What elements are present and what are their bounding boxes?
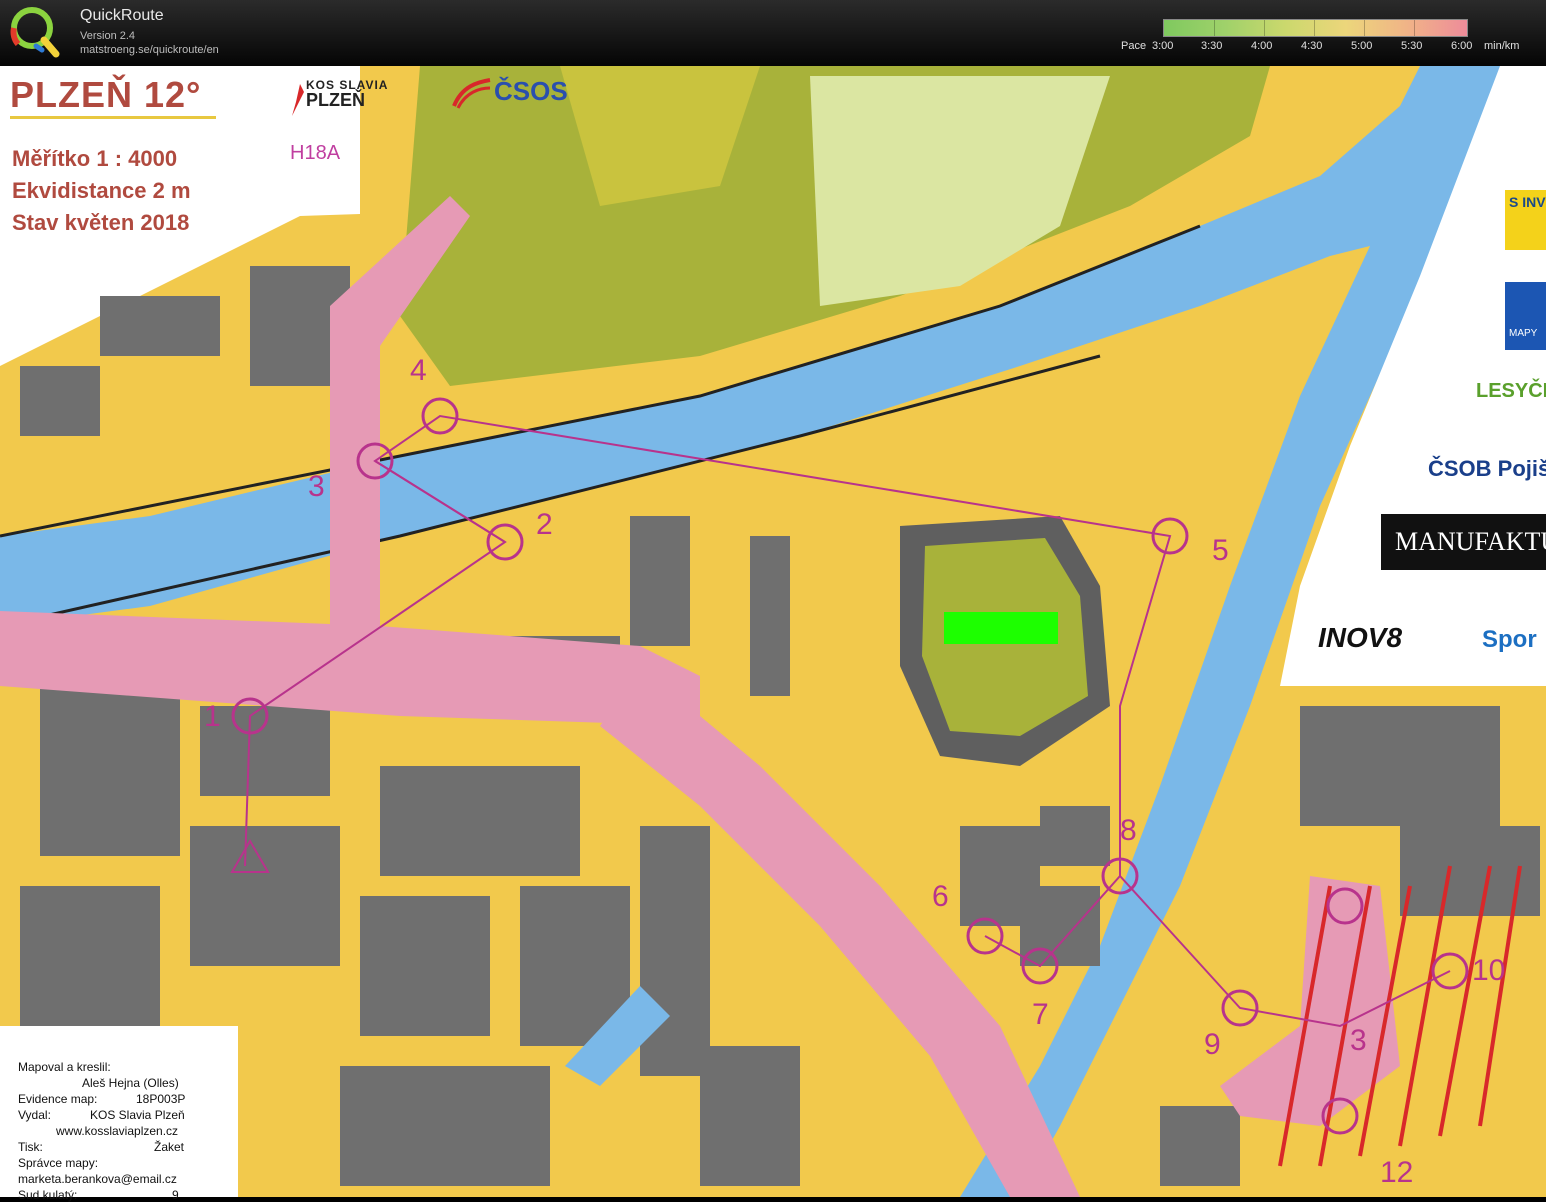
pace-label: Pace [1121, 40, 1147, 52]
control-number: 3 [1350, 1024, 1367, 1057]
credit-label: Správce mapy: [18, 1156, 99, 1170]
credit-label: Tisk: [18, 1140, 43, 1154]
credit-email: marketa.berankova@email.cz [18, 1172, 177, 1186]
control-number: 3 [308, 470, 325, 503]
credit-value: Žaket [154, 1140, 185, 1154]
pace-tick-label: 5:30 [1401, 40, 1423, 52]
credit-value: 18P003P [136, 1092, 186, 1106]
pace-tick-label: 3:30 [1201, 40, 1223, 52]
pace-color-scale [1163, 19, 1468, 37]
pace-tick-label: 4:30 [1301, 40, 1323, 52]
map-credits: Mapoval a kreslil: Aleš Hejna (Olles) Ev… [0, 1026, 238, 1202]
sponsor-logo: MAPY [1505, 282, 1546, 350]
app-header: QuickRoute Version 2.4 matstroeng.se/qui… [0, 0, 1546, 66]
sponsor-logo: MANUFAKTU [1381, 514, 1546, 570]
map-title: PLZEŇ 12° [10, 74, 202, 115]
sponsor-logo: INOV8 [1318, 622, 1403, 653]
federation-logo-icon [452, 78, 491, 109]
sponsor-logo: LESYČR [1476, 380, 1546, 402]
federation-logo-text: ČSOS [494, 76, 568, 106]
route-position-marker[interactable] [944, 612, 1058, 644]
control-number: 6 [932, 880, 949, 913]
credit-label: Evidence map: [18, 1092, 98, 1106]
app-url-link[interactable]: matstroeng.se/quickroute/en [80, 44, 219, 56]
club-logo-icon [292, 84, 304, 116]
credit-value: KOS Slavia Plzeň [90, 1108, 185, 1122]
credit-label: Mapoval a kreslil: [18, 1060, 111, 1074]
sponsor-logo: S INV [1505, 190, 1546, 250]
club-logo-text: PLZEŇ [306, 90, 366, 110]
quickroute-q-logo-icon [10, 7, 60, 58]
app-title: QuickRoute [80, 7, 164, 24]
control-number: 2 [536, 508, 553, 541]
app-version: Version 2.4 [80, 30, 136, 42]
pace-tick-label: 3:00 [1152, 40, 1174, 52]
credit-value: 9 [172, 1188, 179, 1202]
sponsor-logo: ČSOB Pojišť [1428, 456, 1546, 481]
control-number: 7 [1032, 998, 1049, 1031]
pace-tick-label: 5:00 [1351, 40, 1373, 52]
credit-label: Sud kulatý: [18, 1188, 78, 1202]
control-number: 9 [1204, 1028, 1221, 1061]
control-number: 4 [410, 354, 427, 387]
pace-tick-label: 6:00 [1451, 40, 1473, 52]
control-number: 12 [1380, 1156, 1414, 1189]
control-number: 8 [1120, 814, 1137, 847]
orienteering-map[interactable]: PLZEŇ 12° Měřítko 1 : 4000 Ekvidistance … [0, 66, 1546, 1202]
credit-label: Vydal: [18, 1108, 51, 1122]
sponsor-logo: Spor [1482, 626, 1537, 653]
map-status-date: Stav květen 2018 [12, 210, 190, 235]
title-underline [10, 116, 216, 119]
pace-unit-label: min/km [1484, 40, 1520, 52]
course-class: H18A [290, 142, 341, 164]
control-number: 5 [1212, 534, 1229, 567]
map-contour-interval: Ekvidistance 2 m [12, 178, 191, 203]
map-scale: Měřítko 1 : 4000 [12, 146, 178, 171]
control-number: 10 [1472, 954, 1506, 987]
credit-value: Aleš Hejna (Olles) [82, 1076, 179, 1090]
control-number: 1 [204, 700, 221, 733]
pace-tick-label: 4:00 [1251, 40, 1273, 52]
credit-website: www.kosslaviaplzen.cz [56, 1124, 179, 1138]
